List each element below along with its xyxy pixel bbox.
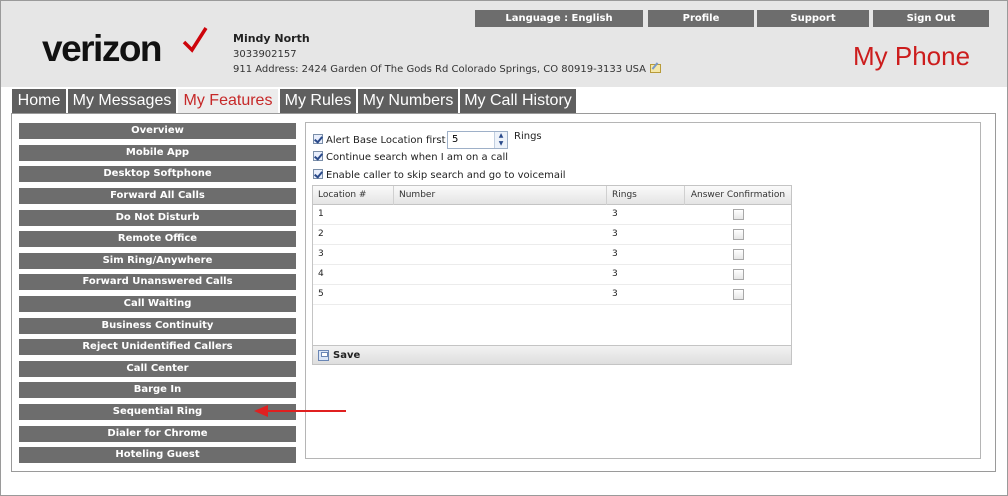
address-text: 911 Address: 2424 Garden Of The Gods Rd … xyxy=(233,64,647,75)
support-button[interactable]: Support xyxy=(757,10,869,27)
annotation-arrow-icon xyxy=(254,405,346,417)
sidebar-item-barge-in[interactable]: Barge In xyxy=(19,382,296,398)
col-number[interactable]: Number xyxy=(394,186,607,205)
row-rings[interactable]: 3 xyxy=(607,245,618,264)
sidebar-item-do-not-disturb[interactable]: Do Not Disturb xyxy=(19,210,296,226)
row-rings[interactable]: 3 xyxy=(607,205,618,224)
locations-table: Location # Number Rings Answer Confirmat… xyxy=(312,185,792,365)
table-row[interactable]: 2 3 xyxy=(313,225,791,245)
verizon-logo: verizon xyxy=(42,28,163,69)
table-row[interactable]: 1 3 xyxy=(313,205,791,225)
sign-out-button[interactable]: Sign Out xyxy=(873,10,989,27)
sidebar-item-reject-unidentified-callers[interactable]: Reject Unidentified Callers xyxy=(19,339,296,355)
continue-search-option: Continue search when I am on a call xyxy=(313,151,508,165)
skip-search-label: Enable caller to skip search and go to v… xyxy=(326,170,566,181)
rings-suffix: Rings xyxy=(514,131,542,142)
save-icon[interactable] xyxy=(318,350,329,361)
user-phone: 3033902157 xyxy=(233,49,297,60)
alert-base-location-option: Alert Base Location first for xyxy=(313,134,462,148)
continue-search-label: Continue search when I am on a call xyxy=(326,152,509,163)
col-location[interactable]: Location # xyxy=(313,186,394,205)
row-number[interactable] xyxy=(394,205,399,224)
sidebar-item-desktop-softphone[interactable]: Desktop Softphone xyxy=(19,166,296,182)
tab-my-rules[interactable]: My Rules xyxy=(280,89,356,113)
sidebar-item-dialer-for-chrome[interactable]: Dialer for Chrome xyxy=(19,426,296,442)
alert-rings-stepper[interactable]: 5 ▲ ▼ xyxy=(447,131,508,149)
verizon-check-icon xyxy=(182,27,208,53)
table-header: Location # Number Rings Answer Confirmat… xyxy=(313,186,791,205)
stepper-up-icon[interactable]: ▲ xyxy=(495,132,507,140)
app-title: My Phone xyxy=(853,41,971,71)
skip-search-option: Enable caller to skip search and go to v… xyxy=(313,169,566,183)
sidebar-item-mobile-app[interactable]: Mobile App xyxy=(19,145,296,161)
continue-search-checkbox[interactable] xyxy=(313,151,323,161)
stepper-down-icon[interactable]: ▼ xyxy=(495,140,507,148)
row-number[interactable] xyxy=(394,245,399,264)
tab-my-numbers[interactable]: My Numbers xyxy=(358,89,458,113)
answer-confirmation-checkbox[interactable] xyxy=(733,209,744,220)
tab-my-features[interactable]: My Features xyxy=(178,89,278,113)
tab-home[interactable]: Home xyxy=(12,89,66,113)
row-location: 4 xyxy=(318,269,324,279)
alert-rings-value: 5 xyxy=(452,134,459,145)
row-rings[interactable]: 3 xyxy=(607,265,618,284)
edit-address-icon[interactable] xyxy=(650,64,662,73)
table-row[interactable]: 4 3 xyxy=(313,265,791,285)
sidebar-item-sim-ring[interactable]: Sim Ring/Anywhere xyxy=(19,253,296,269)
row-location: 2 xyxy=(318,229,324,239)
sidebar-item-call-center[interactable]: Call Center xyxy=(19,361,296,377)
tab-my-call-history[interactable]: My Call History xyxy=(460,89,576,113)
sidebar-item-forward-all-calls[interactable]: Forward All Calls xyxy=(19,188,296,204)
answer-confirmation-checkbox[interactable] xyxy=(733,289,744,300)
row-rings[interactable]: 3 xyxy=(607,225,618,244)
answer-confirmation-checkbox[interactable] xyxy=(733,269,744,280)
table-row[interactable]: 3 3 xyxy=(313,245,791,265)
language-button[interactable]: Language : English xyxy=(475,10,643,27)
row-location: 1 xyxy=(318,209,324,219)
sidebar-item-business-continuity[interactable]: Business Continuity xyxy=(19,318,296,334)
row-location: 3 xyxy=(318,249,324,259)
sidebar-item-overview[interactable]: Overview xyxy=(19,123,296,139)
answer-confirmation-checkbox[interactable] xyxy=(733,229,744,240)
alert-base-location-checkbox[interactable] xyxy=(313,134,323,144)
row-number[interactable] xyxy=(394,225,399,244)
row-number[interactable] xyxy=(394,265,399,284)
skip-search-checkbox[interactable] xyxy=(313,169,323,179)
alert-base-location-label: Alert Base Location first for xyxy=(326,135,463,146)
profile-button[interactable]: Profile xyxy=(648,10,754,27)
col-answer-confirmation[interactable]: Answer Confirmation xyxy=(685,186,791,205)
table-row[interactable]: 5 3 xyxy=(313,285,791,305)
table-toolbar: Save xyxy=(313,345,791,364)
save-label[interactable]: Save xyxy=(333,346,360,365)
header: verizon Mindy North 3033902157 911 Addre… xyxy=(1,1,1007,87)
sidebar-item-call-waiting[interactable]: Call Waiting xyxy=(19,296,296,312)
col-rings[interactable]: Rings xyxy=(607,186,685,205)
tab-my-messages[interactable]: My Messages xyxy=(68,89,176,113)
sidebar-item-forward-unanswered-calls[interactable]: Forward Unanswered Calls xyxy=(19,274,296,290)
sidebar-item-remote-office[interactable]: Remote Office xyxy=(19,231,296,247)
user-911-address: 911 Address: 2424 Garden Of The Gods Rd … xyxy=(233,64,662,75)
stepper-arrows[interactable]: ▲ ▼ xyxy=(494,132,507,148)
row-location: 5 xyxy=(318,289,324,299)
row-rings[interactable]: 3 xyxy=(607,285,618,304)
user-name: Mindy North xyxy=(233,32,310,45)
answer-confirmation-checkbox[interactable] xyxy=(733,249,744,260)
row-number[interactable] xyxy=(394,285,399,304)
sidebar-item-hoteling-guest[interactable]: Hoteling Guest xyxy=(19,447,296,463)
